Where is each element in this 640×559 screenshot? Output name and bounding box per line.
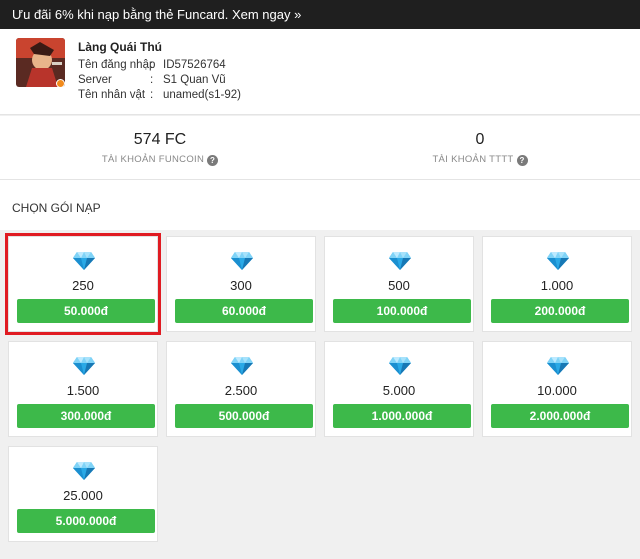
package-card[interactable]: 1.000 200.000đ	[482, 236, 632, 332]
status-dot	[56, 79, 65, 88]
package-card[interactable]: 25.000 5.000.000đ	[8, 446, 158, 542]
help-icon[interactable]: ?	[516, 155, 528, 166]
package-price-button[interactable]: 200.000đ	[491, 299, 629, 323]
package-amount: 250	[72, 278, 94, 293]
diamond-icon	[546, 356, 570, 376]
package-price-button[interactable]: 5.000.000đ	[17, 509, 155, 533]
tttt-label: TÀI KHOẢN TTTT	[432, 154, 514, 165]
package-card[interactable]: 2.500 500.000đ	[166, 341, 316, 437]
package-price-button[interactable]: 500.000đ	[175, 404, 313, 428]
package-card[interactable]: 250 50.000đ	[5, 233, 161, 335]
tttt-amount: 0	[475, 131, 485, 148]
info-label: Tên nhân vật	[78, 89, 146, 101]
package-price-button[interactable]: 2.000.000đ	[491, 404, 629, 428]
promo-banner-link[interactable]: Ưu đãi 6% khi nạp bằng thẻ Funcard. Xem …	[0, 0, 640, 29]
package-amount: 500	[388, 278, 410, 293]
package-amount: 2.500	[224, 383, 258, 398]
profile-panel: Làng Quái Thú Tên đăng nhập : ID57526764…	[0, 29, 640, 115]
package-amount: 1.000	[540, 278, 574, 293]
funcoin-amount: 574 FC	[133, 131, 187, 148]
diamond-icon	[388, 356, 412, 376]
package-amount: 1.500	[66, 383, 100, 398]
info-label: Server	[78, 74, 112, 86]
diamond-icon	[546, 251, 570, 271]
info-value: S1 Quan Vũ	[163, 74, 226, 86]
balances-panel: 574 FC TÀI KHOẢN FUNCOIN? 0 TÀI KHOẢN TT…	[0, 116, 640, 180]
section-title: CHỌN GÓI NẠP	[0, 180, 640, 230]
package-card[interactable]: 500 100.000đ	[324, 236, 474, 332]
info-value: ID57526764	[163, 59, 226, 71]
package-price-button[interactable]: 1.000.000đ	[333, 404, 471, 428]
funcoin-label: TÀI KHOẢN FUNCOIN	[101, 154, 205, 165]
package-price-button[interactable]: 50.000đ	[17, 299, 155, 323]
package-amount: 300	[230, 278, 252, 293]
diamond-icon	[72, 251, 96, 271]
package-price-button[interactable]: 100.000đ	[333, 299, 471, 323]
package-amount: 10.000	[537, 383, 577, 398]
package-card[interactable]: 1.500 300.000đ	[8, 341, 158, 437]
info-label: Tên đăng nhập	[78, 59, 156, 71]
diamond-icon	[230, 251, 254, 271]
info-value: unamed(s1-92)	[163, 89, 241, 101]
package-amount: 5.000	[382, 383, 416, 398]
package-amount: 25.000	[63, 488, 103, 503]
package-price-button[interactable]: 300.000đ	[17, 404, 155, 428]
help-icon[interactable]: ?	[207, 155, 219, 166]
diamond-icon	[72, 356, 96, 376]
package-card[interactable]: 10.000 2.000.000đ	[482, 341, 632, 437]
package-price-button[interactable]: 60.000đ	[175, 299, 313, 323]
funcoin-balance: 574 FC TÀI KHOẢN FUNCOIN?	[0, 116, 320, 166]
package-grid: 250 50.000đ 300 60.000đ 500 100.000đ 1.000 200.…	[0, 230, 640, 559]
game-title: Làng Quái Thú	[78, 40, 162, 54]
diamond-icon	[72, 461, 96, 481]
package-card[interactable]: 5.000 1.000.000đ	[324, 341, 474, 437]
diamond-icon	[230, 356, 254, 376]
package-card[interactable]: 300 60.000đ	[166, 236, 316, 332]
tttt-balance: 0 TÀI KHOẢN TTTT?	[320, 116, 640, 166]
diamond-icon	[388, 251, 412, 271]
